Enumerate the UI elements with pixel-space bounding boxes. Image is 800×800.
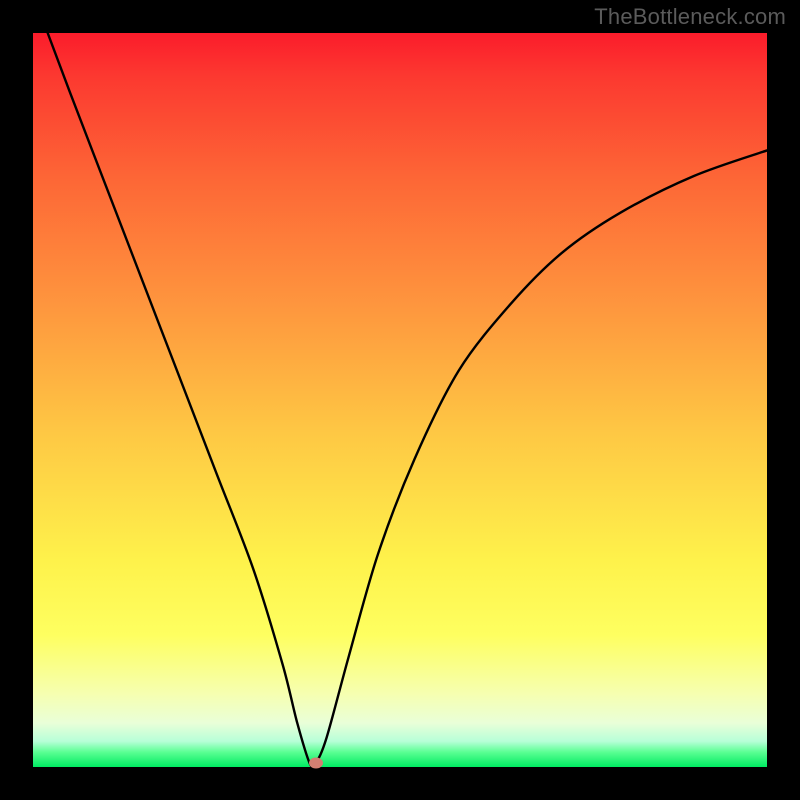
optimal-point-marker [309, 758, 323, 769]
watermark-text: TheBottleneck.com [594, 4, 786, 30]
chart-frame: TheBottleneck.com [0, 0, 800, 800]
plot-area [33, 33, 767, 767]
bottleneck-curve [48, 33, 767, 767]
curve-svg [33, 33, 767, 767]
